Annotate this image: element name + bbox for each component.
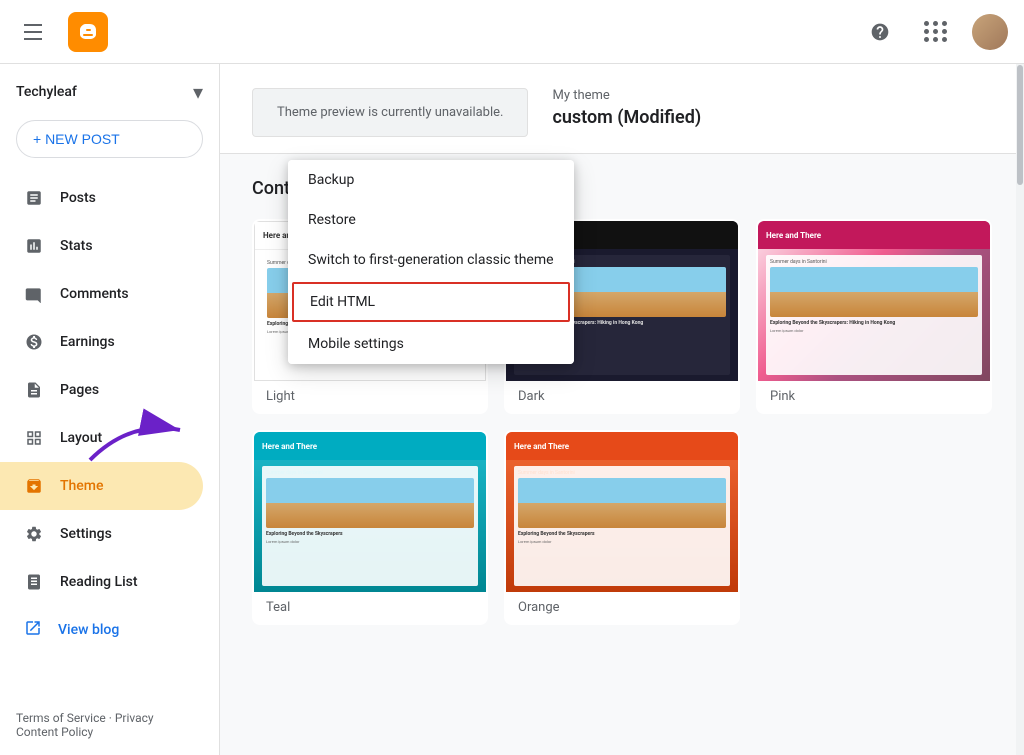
layout-icon <box>24 428 44 448</box>
grid-dots-icon <box>924 21 948 42</box>
scrollbar-track <box>1016 64 1024 755</box>
dropdown-item-mobile-settings[interactable]: Mobile settings <box>288 324 574 364</box>
privacy-link[interactable]: Privacy <box>115 711 154 725</box>
hamburger-button[interactable] <box>16 12 56 52</box>
pages-label: Pages <box>60 382 99 398</box>
my-theme-info: My theme custom (Modified) <box>552 88 701 128</box>
help-button[interactable] <box>860 12 900 52</box>
sidebar-item-comments[interactable]: Comments <box>0 270 203 318</box>
theme-dark-label: Dark <box>506 381 738 412</box>
sidebar-item-earnings[interactable]: Earnings <box>0 318 203 366</box>
dropdown-item-backup[interactable]: Backup <box>288 160 574 200</box>
dropdown-menu: Backup Restore Switch to first-generatio… <box>288 160 574 364</box>
theme-orange-label: Orange <box>506 592 738 623</box>
theme-label: Theme <box>60 478 104 494</box>
theme-light-label: Light <box>254 381 486 412</box>
avatar[interactable] <box>972 14 1008 50</box>
sidebar-item-view-blog[interactable]: View blog <box>0 606 219 654</box>
sidebar-item-reading-list[interactable]: Reading List <box>0 558 203 606</box>
chevron-down-icon: ▾ <box>193 80 203 104</box>
theme-teal-label: Teal <box>254 592 486 623</box>
reading-list-icon <box>24 572 44 592</box>
new-post-button[interactable]: + NEW POST <box>16 120 203 158</box>
earnings-icon <box>24 332 44 352</box>
posts-label: Posts <box>60 190 96 206</box>
avatar-image <box>972 14 1008 50</box>
blog-selector[interactable]: Techyleaf ▾ <box>0 64 219 112</box>
my-theme-section: Theme preview is currently unavailable. … <box>252 88 992 137</box>
sidebar: Techyleaf ▾ + NEW POST Posts Stats Comme… <box>0 64 220 755</box>
theme-pink-label: Pink <box>758 381 990 412</box>
stats-icon <box>24 236 44 256</box>
theme-card-teal[interactable]: Here and There Summer days in Santorini … <box>252 430 488 625</box>
sidebar-item-layout[interactable]: Layout <box>0 414 203 462</box>
blogger-logo-icon <box>76 20 100 44</box>
help-icon <box>870 22 890 42</box>
my-theme-label: My theme <box>552 88 701 103</box>
dropdown-item-restore[interactable]: Restore <box>288 200 574 240</box>
sidebar-item-theme[interactable]: Theme <box>0 462 203 510</box>
topbar-left <box>16 12 108 52</box>
preview-unavailable-text: Theme preview is currently unavailable. <box>277 105 503 120</box>
earnings-label: Earnings <box>60 334 115 350</box>
layout-label: Layout <box>60 430 102 446</box>
pages-icon <box>24 380 44 400</box>
theme-pink-preview: Here and There Summer days in Santorini … <box>758 221 990 381</box>
hamburger-icon <box>24 20 48 44</box>
sidebar-item-stats[interactable]: Stats <box>0 222 203 270</box>
preview-area: Theme preview is currently unavailable. <box>252 88 528 137</box>
scrollbar-thumb[interactable] <box>1017 65 1023 185</box>
theme-teal-preview: Here and There Summer days in Santorini … <box>254 432 486 592</box>
topbar <box>0 0 1024 64</box>
topbar-right <box>860 12 1008 52</box>
theme-header: Theme preview is currently unavailable. … <box>220 64 1024 154</box>
sidebar-item-pages[interactable]: Pages <box>0 366 203 414</box>
comments-label: Comments <box>60 286 129 302</box>
content-policy-link[interactable]: Content Policy <box>16 725 93 739</box>
sidebar-footer: Terms of Service · Privacy Content Polic… <box>0 695 219 755</box>
view-blog-icon <box>24 619 42 641</box>
sidebar-item-posts[interactable]: Posts <box>0 174 203 222</box>
settings-icon <box>24 524 44 544</box>
stats-label: Stats <box>60 238 93 254</box>
comments-icon <box>24 284 44 304</box>
dropdown-item-switch-classic[interactable]: Switch to first-generation classic theme <box>288 240 574 280</box>
posts-icon <box>24 188 44 208</box>
reading-list-label: Reading List <box>60 574 138 590</box>
theme-orange-preview: Here and There Summer days in Santorini … <box>506 432 738 592</box>
terms-link[interactable]: Terms of Service <box>16 711 106 725</box>
sidebar-item-settings[interactable]: Settings <box>0 510 203 558</box>
theme-card-pink[interactable]: Here and There Summer days in Santorini … <box>756 219 992 414</box>
my-theme-name: custom (Modified) <box>552 107 701 128</box>
dropdown-item-edit-html[interactable]: Edit HTML <box>292 282 570 322</box>
theme-card-orange[interactable]: Here and There Summer days in Santorini … <box>504 430 740 625</box>
settings-label: Settings <box>60 526 112 542</box>
view-blog-label: View blog <box>58 622 119 638</box>
theme-icon <box>24 476 44 496</box>
apps-button[interactable] <box>916 12 956 52</box>
blogger-logo <box>68 12 108 52</box>
blog-name: Techyleaf <box>16 84 193 100</box>
